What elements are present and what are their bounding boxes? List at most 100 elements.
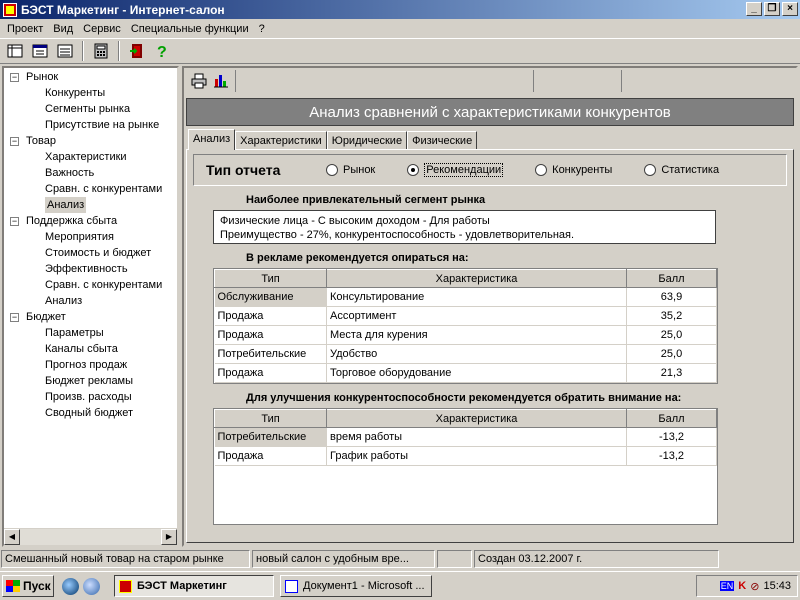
task-word-document[interactable]: Документ1 - Microsoft ... <box>280 575 432 597</box>
collapse-icon[interactable]: − <box>10 313 19 322</box>
column-header[interactable]: Тип <box>214 409 327 428</box>
tree-item[interactable]: Конкуренты <box>45 85 105 101</box>
tree-node-product[interactable]: Товар <box>26 133 56 149</box>
help-icon[interactable]: ? <box>151 40 173 62</box>
advert-table[interactable]: Тип Характеристика Балл Обслуживание Кон… <box>213 268 718 384</box>
cell-type[interactable]: Продажа <box>214 446 327 466</box>
menu-help[interactable]: ? <box>254 23 270 35</box>
cell-characteristic[interactable]: Места для курения <box>326 325 627 345</box>
tree-item[interactable]: Стоимость и бюджет <box>45 245 151 261</box>
language-indicator[interactable]: EN <box>719 581 735 591</box>
column-header[interactable]: Балл <box>626 269 717 288</box>
cell-score[interactable]: 25,0 <box>626 344 717 364</box>
menu-project[interactable]: Проект <box>2 23 48 35</box>
radio-competitors[interactable]: Конкуренты <box>535 164 612 176</box>
cell-type[interactable]: Обслуживание <box>214 287 327 307</box>
clock[interactable]: 15:43 <box>763 580 791 592</box>
antivirus-icon[interactable]: K <box>738 580 746 592</box>
menu-view[interactable]: Вид <box>48 23 78 35</box>
tree-node-budget[interactable]: Бюджет <box>26 309 66 325</box>
cell-score[interactable]: 21,3 <box>626 363 717 383</box>
tree-item[interactable]: Сводный бюджет <box>45 405 133 421</box>
cell-score[interactable]: -13,2 <box>626 427 717 447</box>
tree-item[interactable]: Сравн. с конкурентами <box>45 181 162 197</box>
cell-score[interactable]: -13,2 <box>626 446 717 466</box>
table-row[interactable]: Продажа Места для курения 25,0 <box>214 325 717 345</box>
chart-icon[interactable] <box>210 70 232 92</box>
exit-icon[interactable] <box>126 40 148 62</box>
tree-item[interactable]: Бюджет рекламы <box>45 373 133 389</box>
menu-service[interactable]: Сервис <box>78 23 126 35</box>
table-row[interactable]: Продажа Ассортимент 35,2 <box>214 306 717 326</box>
tree-item[interactable]: Каналы сбыта <box>45 341 118 357</box>
cell-characteristic[interactable]: График работы <box>326 446 627 466</box>
table-row[interactable]: Потребительские время работы -13,2 <box>214 427 717 447</box>
task-best-marketing[interactable]: БЭСТ Маркетинг <box>114 575 274 597</box>
cell-type[interactable]: Потребительские <box>214 344 327 364</box>
tab-physical[interactable]: Физические <box>407 131 478 150</box>
media-player-icon[interactable] <box>83 577 100 595</box>
column-header[interactable]: Характеристика <box>326 409 627 428</box>
internet-explorer-icon[interactable] <box>62 577 79 595</box>
tab-legal[interactable]: Юридические <box>326 131 408 150</box>
collapse-icon[interactable]: − <box>10 217 19 226</box>
tree-node-sales-support[interactable]: Поддержка сбыта <box>26 213 117 229</box>
cell-characteristic[interactable]: Консультирование <box>326 287 627 307</box>
tree-item[interactable]: Анализ <box>45 293 82 309</box>
list-view-icon[interactable] <box>54 40 76 62</box>
radio-recommendations[interactable]: Рекомендации <box>407 163 504 177</box>
table-row[interactable]: Потребительские Удобство 25,0 <box>214 344 717 364</box>
tree-node-market[interactable]: Рынок <box>26 69 58 85</box>
cell-characteristic[interactable]: время работы <box>326 427 627 447</box>
cell-score[interactable]: 35,2 <box>626 306 717 326</box>
tree-item[interactable]: Эффективность <box>45 261 128 277</box>
radio-circle[interactable] <box>326 164 338 176</box>
horizontal-scrollbar[interactable]: ◀ ▶ <box>4 528 177 545</box>
title-bar[interactable]: БЭСТ Маркетинг - Интернет-салон _ ❐ × <box>0 0 800 19</box>
start-button[interactable]: Пуск <box>2 575 54 597</box>
column-header[interactable]: Балл <box>626 409 717 428</box>
radio-circle[interactable] <box>644 164 657 176</box>
column-header[interactable]: Характеристика <box>326 269 627 288</box>
calculator-icon[interactable] <box>90 40 112 62</box>
network-icon[interactable]: ⊘ <box>750 580 759 593</box>
tree-item[interactable]: Важность <box>45 165 94 181</box>
tab-characteristics[interactable]: Характеристики <box>235 131 327 150</box>
print-icon[interactable] <box>188 70 210 92</box>
cell-score[interactable]: 63,9 <box>626 287 717 307</box>
tree-item[interactable]: Произв. расходы <box>45 389 132 405</box>
table-row[interactable]: Обслуживание Консультирование 63,9 <box>214 287 717 307</box>
cell-characteristic[interactable]: Торговое оборудование <box>326 363 627 383</box>
cell-characteristic[interactable]: Удобство <box>326 344 627 364</box>
close-button[interactable]: × <box>782 2 798 16</box>
cell-type[interactable]: Потребительские <box>214 427 327 447</box>
radio-circle-checked[interactable] <box>407 164 420 176</box>
radio-circle[interactable] <box>535 164 548 176</box>
tree-item[interactable]: Сравн. с конкурентами <box>45 277 162 293</box>
tree-item[interactable]: Присутствие на рынке <box>45 117 159 133</box>
tree-item[interactable]: Прогноз продаж <box>45 357 127 373</box>
tree-item[interactable]: Параметры <box>45 325 104 341</box>
tab-analysis[interactable]: Анализ <box>188 129 236 150</box>
cell-score[interactable]: 25,0 <box>626 325 717 345</box>
collapse-icon[interactable]: − <box>10 73 19 82</box>
minimize-button[interactable]: _ <box>746 2 762 16</box>
improve-table[interactable]: Тип Характеристика Балл Потребительские … <box>213 408 718 525</box>
table-row[interactable]: Продажа Торговое оборудование 21,3 <box>214 363 717 383</box>
menu-special[interactable]: Специальные функции <box>126 23 254 35</box>
tree-item[interactable]: Сегменты рынка <box>45 101 130 117</box>
tree-item[interactable]: Мероприятия <box>45 229 114 245</box>
radio-market[interactable]: Рынок <box>326 164 375 176</box>
column-header[interactable]: Тип <box>214 269 327 288</box>
scroll-left-icon[interactable]: ◀ <box>4 529 20 545</box>
collapse-icon[interactable]: − <box>10 137 19 146</box>
maximize-button[interactable]: ❐ <box>764 2 780 16</box>
cell-type[interactable]: Продажа <box>214 306 327 326</box>
radio-statistics[interactable]: Статистика <box>644 164 719 176</box>
cell-characteristic[interactable]: Ассортимент <box>326 306 627 326</box>
tree-item[interactable]: Характеристики <box>45 149 127 165</box>
table-row[interactable]: Продажа График работы -13,2 <box>214 446 717 466</box>
scroll-right-icon[interactable]: ▶ <box>161 529 177 545</box>
cell-type[interactable]: Продажа <box>214 325 327 345</box>
table-view-icon[interactable] <box>4 40 26 62</box>
